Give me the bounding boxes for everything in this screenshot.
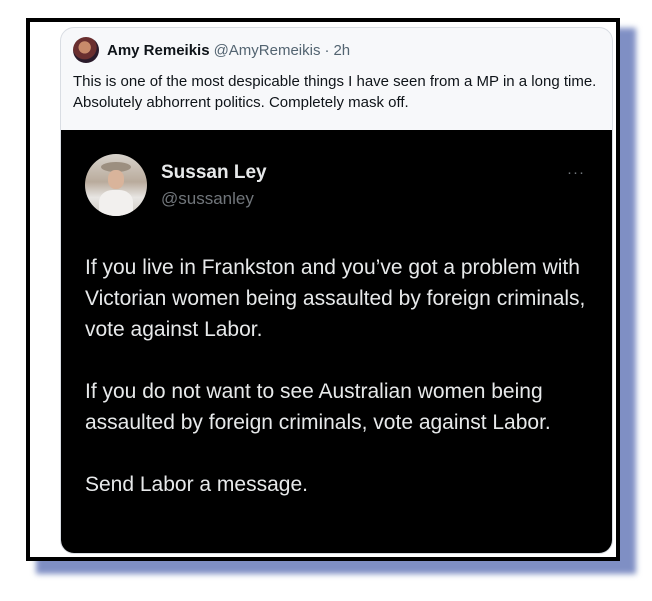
tweet-text: This is one of the most despicable thing…	[73, 73, 597, 111]
separator-dot: ·	[324, 41, 330, 59]
more-options-icon[interactable]: ···	[567, 164, 585, 181]
avatar[interactable]	[73, 37, 99, 63]
tweet-paragraph: If you live in Frankston and you’ve got …	[85, 256, 586, 341]
quoted-tweet-card[interactable]: Sussan Ley @sussanley ··· If you live in…	[61, 130, 612, 553]
avatar[interactable]	[85, 154, 147, 216]
face-shape	[108, 170, 124, 189]
timestamp[interactable]: 2h	[333, 42, 350, 59]
author-name[interactable]: Amy Remeikis	[107, 42, 210, 59]
author-handle[interactable]: @AmyRemeikis	[214, 42, 321, 59]
body-shape	[99, 190, 133, 216]
tweet-paragraph: If you do not want to see Australian wom…	[85, 380, 551, 434]
tweet-body: If you live in Frankston and you’ve got …	[85, 252, 600, 500]
quote-tweet-card[interactable]: Amy Remeikis @AmyRemeikis · 2h This is o…	[60, 27, 613, 554]
tweet-paragraph: Send Labor a message.	[85, 473, 308, 496]
author-handle[interactable]: @sussanley	[161, 189, 254, 209]
quote-tweet-header: Amy Remeikis @AmyRemeikis · 2h	[73, 37, 350, 63]
author-name[interactable]: Sussan Ley	[161, 162, 267, 184]
